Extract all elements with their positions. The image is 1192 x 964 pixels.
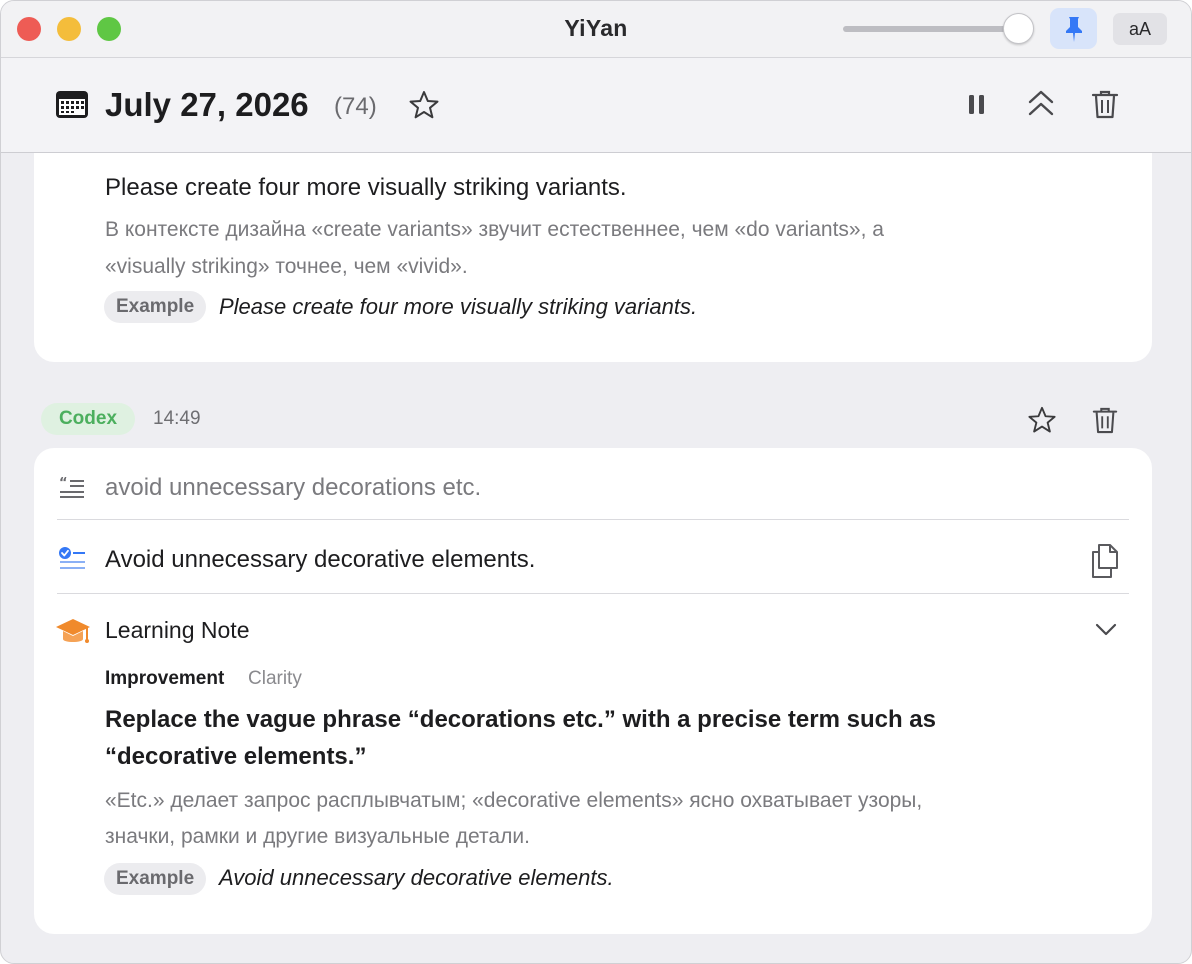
trash-icon[interactable] (1091, 88, 1119, 120)
opacity-slider-track[interactable] (843, 26, 1015, 32)
explanation-line-1: В контексте дизайна «create variants» зв… (105, 218, 884, 241)
explanation-line-2: «visually striking» точнее, чем «vivid». (105, 255, 468, 278)
entry-count: (74) (334, 93, 377, 120)
entry-card: “ avoid unnecessary decorations etc. Avo… (34, 448, 1152, 934)
date-header: July 27, 2026 (74) (1, 58, 1191, 153)
pin-icon (1065, 16, 1082, 42)
trash-icon[interactable] (1092, 405, 1118, 435)
title-bar: YiYan aA (1, 1, 1191, 58)
graduation-cap-icon (56, 619, 90, 643)
note-explanation-line-2: значки, рамки и другие визуальные детали… (105, 825, 530, 848)
pause-icon[interactable] (966, 92, 988, 118)
example-text: Please create four more visually strikin… (219, 294, 698, 319)
date-title: July 27, 2026 (105, 86, 309, 123)
collapse-up-icon[interactable] (1027, 89, 1055, 119)
note-heading-line-1: Replace the vague phrase “decorations et… (105, 706, 936, 733)
checklist-icon (59, 547, 85, 569)
translation-text: Please create four more visually strikin… (105, 174, 627, 201)
font-size-button[interactable]: aA (1113, 13, 1167, 45)
star-icon[interactable] (408, 89, 440, 121)
original-text: avoid unnecessary decorations etc. (105, 474, 482, 501)
example-badge: Example (104, 863, 207, 895)
pin-button[interactable] (1050, 8, 1097, 49)
chevron-down-icon[interactable] (1095, 623, 1117, 637)
example-badge: Example (104, 291, 207, 323)
note-heading-line-2: “decorative elements.” (105, 743, 367, 770)
copy-icon[interactable] (1090, 544, 1120, 578)
quote-icon: “ (59, 476, 84, 498)
note-tag: Clarity (248, 668, 302, 689)
corrected-text: Avoid unnecessary decorative elements. (105, 546, 536, 573)
svg-text:“: “ (59, 476, 68, 491)
calendar-icon (56, 91, 88, 118)
note-explanation-line-1: «Etc.» делает запрос расплывчатым; «deco… (105, 789, 923, 812)
entry-timestamp: 14:49 (153, 408, 201, 429)
opacity-slider-knob[interactable] (1003, 13, 1034, 44)
example-text: Avoid unnecessary decorative elements. (219, 865, 614, 890)
learning-note-title[interactable]: Learning Note (105, 617, 250, 644)
entry-card: Please create four more visually strikin… (34, 153, 1152, 362)
divider (57, 519, 1129, 520)
app-window: YiYan aA July 27, 2026 (74) Please creat… (0, 0, 1192, 964)
source-badge: Codex (41, 403, 135, 435)
star-icon[interactable] (1027, 405, 1057, 435)
note-category: Improvement (105, 668, 225, 689)
divider (57, 593, 1129, 594)
